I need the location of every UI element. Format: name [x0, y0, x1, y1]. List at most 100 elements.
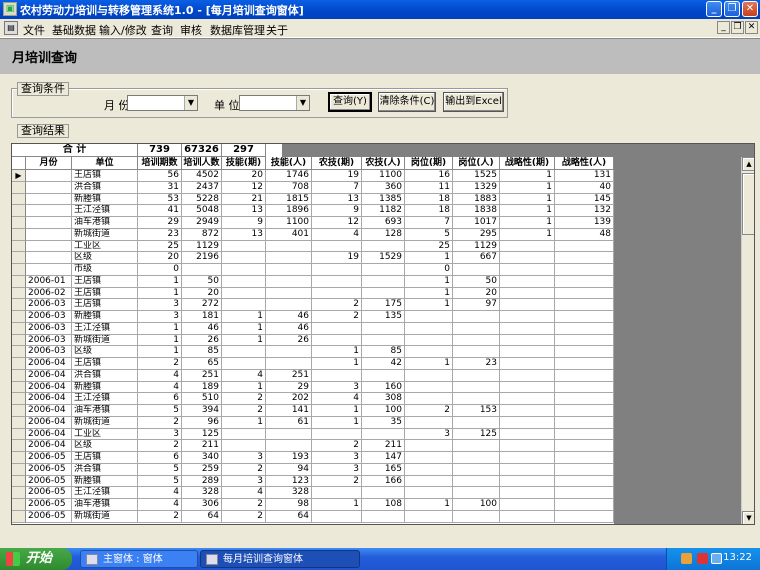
col-trainees-cell[interactable]: 394	[182, 405, 222, 417]
col-agri-people-cell[interactable]: 1182	[362, 205, 405, 217]
col-agri-sessions-cell[interactable]	[312, 240, 362, 253]
col-month-cell[interactable]	[26, 205, 72, 217]
col-sessions-cell[interactable]: 2	[138, 510, 182, 523]
col-skill-people-cell[interactable]: 64	[266, 510, 312, 523]
col-trainees-cell[interactable]: 259	[182, 463, 222, 476]
col-skill-sessions-cell[interactable]	[222, 240, 266, 253]
col-sessions-cell[interactable]: 29	[138, 217, 182, 229]
col-post-people-cell[interactable]: 1838	[453, 205, 500, 217]
col-strategic-people-cell[interactable]	[555, 311, 614, 323]
table-row[interactable]: 洪合镇 31 2437 12 708 7 360 11 1329 1 40	[12, 181, 614, 194]
row-selector[interactable]	[12, 475, 26, 488]
col-strategic-people-cell[interactable]	[555, 452, 614, 464]
maximize-button[interactable]: ❐	[724, 1, 740, 17]
col-skill-people-cell[interactable]: 328	[266, 487, 312, 499]
col-month-cell[interactable]: 2006-04	[26, 416, 72, 429]
col-month-cell[interactable]	[26, 264, 72, 276]
col-skill-people-cell[interactable]: 251	[266, 369, 312, 382]
col-sessions-cell[interactable]: 1	[138, 287, 182, 300]
form-icon[interactable]: ▤	[4, 21, 18, 35]
tray-volume-icon[interactable]	[711, 553, 722, 564]
col-trainees-cell[interactable]: 211	[182, 440, 222, 452]
col-strategic-people-cell[interactable]	[555, 322, 614, 335]
col-unit-cell[interactable]: 王店镇	[72, 287, 138, 300]
col-strategic-people-cell[interactable]	[555, 299, 614, 311]
table-row[interactable]: 2006-03 区级 1 85 1 85	[12, 346, 614, 358]
col-post-sessions-cell[interactable]: 1	[405, 499, 453, 511]
col-agri-people-cell[interactable]: 360	[362, 181, 405, 194]
table-row[interactable]: 2006-03 王店镇 3 272 2 175 1 97	[12, 299, 614, 311]
col-month-cell[interactable]: 2006-04	[26, 440, 72, 452]
col-unit-cell[interactable]: 洪合镇	[72, 181, 138, 194]
row-selector[interactable]	[12, 252, 26, 264]
tray-app-icon[interactable]	[681, 553, 692, 564]
col-unit-cell[interactable]: 市级	[72, 264, 138, 276]
col-agri-people-cell[interactable]: 100	[362, 405, 405, 417]
col-post-people-cell[interactable]	[453, 487, 500, 499]
col-sessions-cell[interactable]: 5	[138, 405, 182, 417]
col-sessions-cell[interactable]: 1	[138, 346, 182, 358]
col-skill-sessions-cell[interactable]: 1	[222, 334, 266, 347]
col-strategic-sessions-cell[interactable]	[500, 499, 555, 511]
col-month-cell[interactable]: 2006-05	[26, 452, 72, 464]
col-trainees-cell[interactable]: 46	[182, 322, 222, 335]
col-post-sessions-cell[interactable]	[405, 322, 453, 335]
col-agri-people-cell[interactable]: 135	[362, 311, 405, 323]
col-agri-sessions-cell[interactable]: 2	[312, 299, 362, 311]
col-agri-people-cell[interactable]	[362, 322, 405, 335]
col-agri-sessions-cell[interactable]: 19	[312, 170, 362, 182]
col-skill-sessions-cell[interactable]: 9	[222, 217, 266, 229]
col-agri-people-cell[interactable]: 1529	[362, 252, 405, 264]
col-post-people-cell[interactable]	[453, 452, 500, 464]
mdi-close-button[interactable]: ✕	[745, 21, 758, 34]
col-agri-people-cell[interactable]: 108	[362, 499, 405, 511]
col-trainees-cell[interactable]: 189	[182, 381, 222, 394]
col-strategic-sessions-cell[interactable]	[500, 322, 555, 335]
col-trainees-cell[interactable]: 5048	[182, 205, 222, 217]
col-skill-people-cell[interactable]	[266, 275, 312, 288]
row-selector[interactable]	[12, 416, 26, 429]
col-unit-cell[interactable]: 新塍镇	[72, 475, 138, 488]
col-post-people-cell[interactable]	[453, 369, 500, 382]
col-post-people-cell[interactable]: 20	[453, 287, 500, 300]
table-row[interactable]: 2006-03 新城街道 1 26 1 26	[12, 334, 614, 347]
col-post-people-cell[interactable]: 153	[453, 405, 500, 417]
col-post-people-cell[interactable]: 295	[453, 228, 500, 241]
table-row[interactable]: 区级 20 2196 19 1529 1 667	[12, 252, 614, 264]
row-selector[interactable]	[12, 181, 26, 194]
col-unit-cell[interactable]: 洪合镇	[72, 369, 138, 382]
col-strategic-people-cell[interactable]	[555, 369, 614, 382]
col-agri-people-cell[interactable]	[362, 487, 405, 499]
col-strategic-sessions-cell[interactable]	[500, 487, 555, 499]
col-sessions-cell[interactable]: 5	[138, 463, 182, 476]
col-strategic-people-cell[interactable]	[555, 346, 614, 358]
col-strategic-people-cell[interactable]	[555, 287, 614, 300]
col-month-cell[interactable]	[26, 228, 72, 241]
col-unit-cell[interactable]: 工业区	[72, 428, 138, 441]
menu-input-edit[interactable]: 输入/修改	[99, 22, 147, 38]
col-agri-sessions-cell[interactable]	[312, 264, 362, 276]
col-skill-sessions-cell[interactable]	[222, 440, 266, 452]
vertical-scrollbar[interactable]: ▲ ▼	[741, 157, 754, 524]
col-strategic-sessions-cell[interactable]	[500, 416, 555, 429]
col-trainees-cell[interactable]	[182, 264, 222, 276]
col-post-people-cell[interactable]	[453, 346, 500, 358]
col-sessions-cell[interactable]: 4	[138, 381, 182, 394]
col-post-sessions-cell[interactable]	[405, 334, 453, 347]
menu-database[interactable]: 数据库管理	[210, 22, 265, 38]
col-agri-sessions-cell[interactable]: 4	[312, 393, 362, 405]
col-agri-sessions-cell[interactable]: 1	[312, 358, 362, 370]
col-skill-sessions-cell[interactable]: 1	[222, 322, 266, 335]
col-post-sessions-cell[interactable]	[405, 393, 453, 405]
col-strategic-sessions-cell[interactable]	[500, 369, 555, 382]
col-trainees-cell[interactable]: 306	[182, 499, 222, 511]
col-post-sessions-cell[interactable]	[405, 463, 453, 476]
col-month-cell[interactable]: 2006-04	[26, 393, 72, 405]
col-skill-people-cell[interactable]: 141	[266, 405, 312, 417]
col-unit-cell[interactable]: 王江泾镇	[72, 487, 138, 499]
col-strategic-sessions-cell[interactable]: 1	[500, 181, 555, 194]
col-strategic-sessions-cell[interactable]	[500, 510, 555, 523]
col-sessions-cell[interactable]: 3	[138, 428, 182, 441]
table-row[interactable]: 2006-04 王店镇 2 65 1 42 1 23	[12, 358, 614, 370]
row-selector[interactable]	[12, 381, 26, 394]
